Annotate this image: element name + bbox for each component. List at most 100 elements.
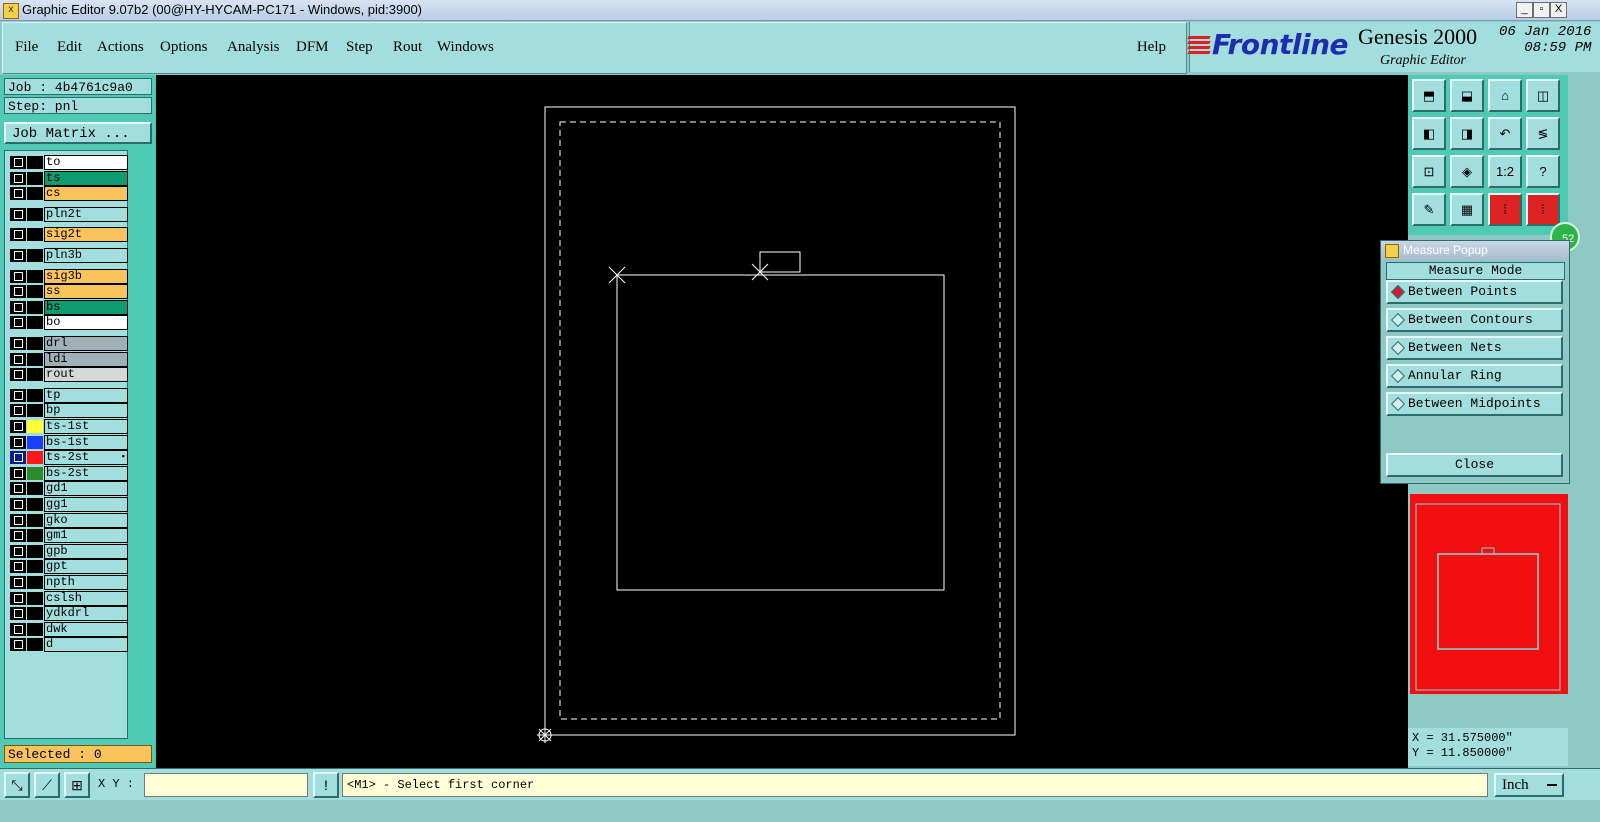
layer-checkbox[interactable] bbox=[10, 300, 26, 314]
layer-row[interactable]: ts bbox=[9, 170, 128, 186]
layer-name[interactable]: gko bbox=[44, 512, 128, 528]
layer-color-swatch[interactable] bbox=[27, 435, 43, 449]
layer-checkbox[interactable] bbox=[10, 529, 26, 543]
top-view-icon[interactable]: ⬒ bbox=[1412, 79, 1446, 112]
layer-name[interactable]: bo bbox=[44, 315, 128, 331]
pan-left-icon[interactable]: ◧ bbox=[1412, 117, 1446, 150]
undo-zoom-icon[interactable]: ↶ bbox=[1488, 117, 1522, 150]
layer-checkbox[interactable] bbox=[10, 171, 26, 185]
layer-color-swatch[interactable] bbox=[27, 451, 43, 465]
layer-checkbox[interactable] bbox=[10, 544, 26, 558]
minimize-button[interactable]: _ bbox=[1516, 2, 1533, 18]
layer-color-swatch[interactable] bbox=[27, 337, 43, 350]
unit-selector[interactable]: Inch bbox=[1494, 773, 1564, 797]
layer-name[interactable]: rout bbox=[44, 367, 128, 383]
layer-name[interactable]: ldi bbox=[44, 351, 128, 367]
layer-name[interactable]: gpt bbox=[44, 559, 128, 575]
layer-name[interactable]: gm1 bbox=[44, 528, 128, 544]
layer-row[interactable]: gg1 bbox=[9, 497, 128, 512]
layer-color-swatch[interactable] bbox=[27, 513, 43, 527]
menu-actions[interactable]: Actions bbox=[97, 39, 144, 56]
layer-color-swatch[interactable] bbox=[27, 638, 43, 652]
layer-row[interactable]: gko bbox=[9, 512, 128, 528]
layer-checkbox[interactable] bbox=[10, 435, 26, 449]
layer-row[interactable]: cs bbox=[9, 186, 128, 202]
layer-row[interactable]: sig3b bbox=[9, 268, 128, 284]
layer-row[interactable]: bo bbox=[9, 315, 128, 331]
layer-checkbox[interactable] bbox=[10, 316, 26, 330]
snap-tool-icon[interactable]: ⟋ bbox=[34, 772, 60, 798]
menu-windows[interactable]: Windows bbox=[437, 39, 494, 56]
layer-color-swatch[interactable] bbox=[27, 591, 43, 605]
layer-name[interactable]: to bbox=[44, 155, 128, 170]
layers-red-icon[interactable]: ⁞ bbox=[1488, 193, 1522, 226]
layer-color-swatch[interactable] bbox=[27, 560, 43, 574]
layer-row[interactable]: ydkdrl bbox=[9, 606, 128, 622]
layer-row[interactable]: dwk bbox=[9, 621, 128, 637]
layer-row[interactable]: npth bbox=[9, 575, 128, 590]
minimap[interactable] bbox=[1410, 494, 1568, 694]
option-between-midpoints[interactable]: Between Midpoints bbox=[1386, 392, 1563, 416]
layer-checkbox[interactable] bbox=[10, 187, 26, 201]
layers-red-2-icon[interactable]: ⁞ bbox=[1526, 193, 1560, 226]
restore-button[interactable]: ▫ bbox=[1533, 2, 1550, 18]
layer-row[interactable]: ts-1st bbox=[9, 419, 128, 434]
layer-checkbox[interactable] bbox=[10, 228, 26, 242]
layer-color-swatch[interactable] bbox=[27, 368, 43, 382]
layer-row[interactable]: d bbox=[9, 637, 128, 653]
layer-checkbox[interactable] bbox=[10, 560, 26, 574]
layer-color-swatch[interactable] bbox=[27, 269, 43, 283]
graphic-canvas[interactable] bbox=[156, 75, 1408, 768]
layer-name[interactable]: tp bbox=[44, 387, 128, 403]
layer-name[interactable]: d bbox=[44, 637, 128, 653]
menu-file[interactable]: File bbox=[15, 39, 38, 56]
layer-checkbox[interactable] bbox=[10, 498, 26, 511]
layer-color-swatch[interactable] bbox=[27, 228, 43, 242]
layer-color-swatch[interactable] bbox=[27, 498, 43, 511]
layer-checkbox[interactable] bbox=[10, 622, 26, 636]
layer-name[interactable]: bs-1st bbox=[44, 434, 128, 450]
layer-checkbox[interactable] bbox=[10, 513, 26, 527]
layer-name[interactable]: bp bbox=[44, 403, 128, 419]
layer-checkbox[interactable] bbox=[10, 607, 26, 621]
layer-color-swatch[interactable] bbox=[27, 607, 43, 621]
layer-color-swatch[interactable] bbox=[27, 316, 43, 330]
exclaim-button[interactable]: ! bbox=[313, 772, 339, 798]
option-between-nets[interactable]: Between Nets bbox=[1386, 336, 1563, 360]
layer-row[interactable]: bs-2st bbox=[9, 465, 128, 481]
layer-name[interactable]: ydkdrl bbox=[44, 606, 128, 622]
layer-color-swatch[interactable] bbox=[27, 300, 43, 314]
layer-row[interactable]: bp bbox=[9, 403, 128, 419]
layer-row[interactable]: bs-1st bbox=[9, 434, 128, 450]
pen-settings-icon[interactable]: ✎ bbox=[1412, 193, 1446, 226]
layer-checkbox[interactable] bbox=[10, 388, 26, 402]
layer-row[interactable]: ts-2st ▪ bbox=[9, 450, 128, 466]
layer-name[interactable]: gd1 bbox=[44, 481, 128, 497]
help-button[interactable]: ? bbox=[1526, 155, 1560, 188]
layer-color-swatch[interactable] bbox=[27, 482, 43, 496]
layer-name[interactable]: bs-2st bbox=[44, 465, 128, 481]
grid-icon[interactable]: ▦ bbox=[1450, 193, 1484, 226]
close-window-button[interactable]: X bbox=[1550, 2, 1567, 18]
layer-name[interactable]: ts bbox=[44, 170, 128, 186]
layer-checkbox[interactable] bbox=[10, 638, 26, 652]
layer-name[interactable]: ss bbox=[44, 284, 128, 300]
split-view-icon[interactable]: ◫ bbox=[1526, 79, 1560, 112]
layer-name[interactable]: ts-2st bbox=[44, 450, 128, 466]
layer-color-swatch[interactable] bbox=[27, 466, 43, 480]
layer-color-swatch[interactable] bbox=[27, 285, 43, 299]
option-between-contours[interactable]: Between Contours bbox=[1386, 308, 1563, 332]
menu-analysis[interactable]: Analysis bbox=[227, 39, 280, 56]
layer-row[interactable]: gpb bbox=[9, 543, 128, 559]
layer-row[interactable]: bs bbox=[9, 299, 128, 315]
layer-name[interactable]: gpb bbox=[44, 543, 128, 559]
layer-checkbox[interactable] bbox=[10, 482, 26, 496]
layer-row[interactable]: pln2t bbox=[9, 206, 128, 222]
layer-color-swatch[interactable] bbox=[27, 187, 43, 201]
layer-row[interactable]: gd1 bbox=[9, 481, 128, 497]
layer-row[interactable]: ss bbox=[9, 284, 128, 300]
layer-row[interactable]: to bbox=[9, 155, 128, 170]
layer-row[interactable]: tp bbox=[9, 387, 128, 403]
option-between-points[interactable]: Between Points bbox=[1386, 280, 1563, 304]
layer-name[interactable]: dwk bbox=[44, 621, 128, 637]
